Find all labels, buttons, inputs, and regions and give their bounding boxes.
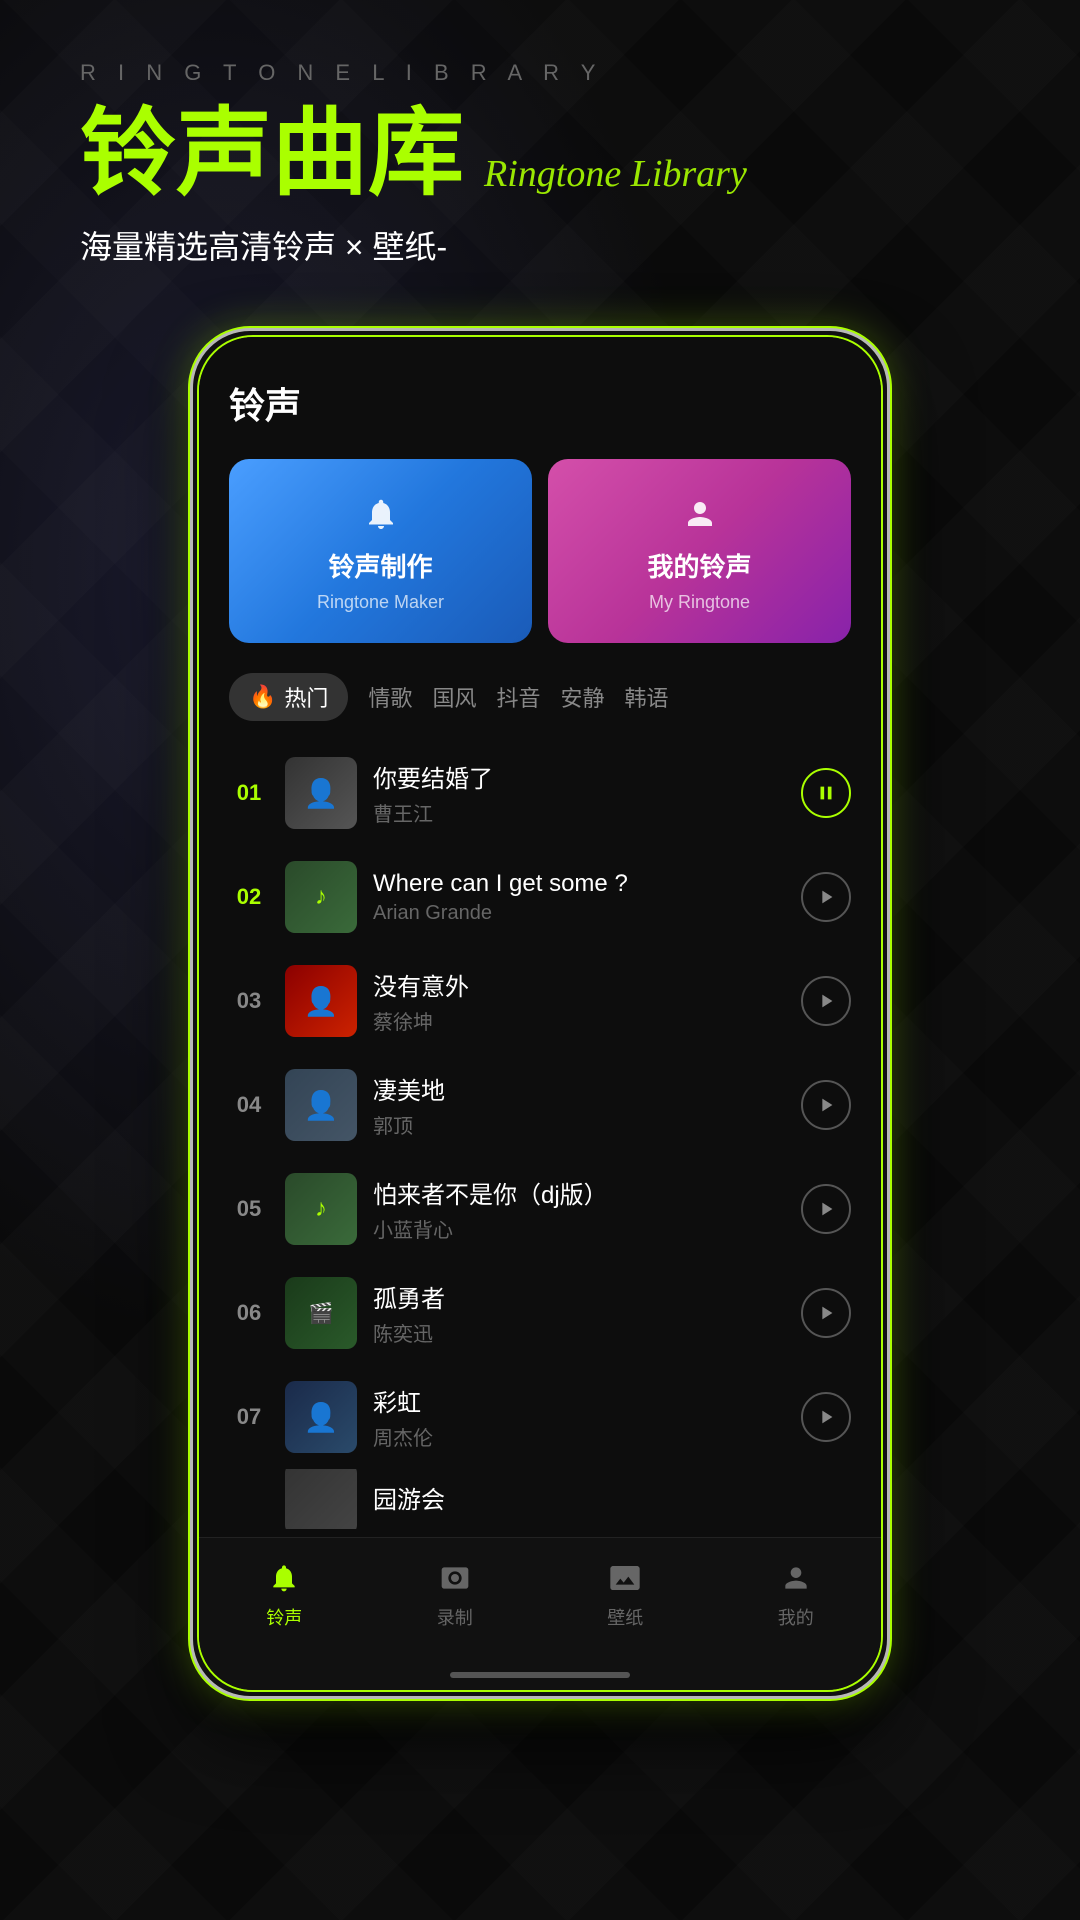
song-name-3: 没有意外 xyxy=(373,967,785,1002)
song-info-1: 你要结婚了 曹王江 xyxy=(373,759,785,827)
song-thumb-7: 👤 xyxy=(285,1381,357,1453)
song-info-2: Where can I get some ? Arian Grande xyxy=(373,870,785,925)
nav-label-mine: 我的 xyxy=(778,1604,814,1630)
nav-wallpaper-icon xyxy=(605,1558,645,1598)
song-name-6: 孤勇者 xyxy=(373,1279,785,1314)
song-info-5: 怕来者不是你（dj版） 小蓝背心 xyxy=(373,1175,785,1243)
song-name-2: Where can I get some ? xyxy=(373,870,785,898)
nav-record-icon xyxy=(435,1558,475,1598)
title-chinese: 铃声曲库 xyxy=(80,106,464,202)
section-title: 铃声 xyxy=(229,377,851,429)
header-area: R I N G T O N E L I B R A R Y 铃声曲库 Ringt… xyxy=(0,0,1080,308)
song-item-2[interactable]: 02 ♪ Where can I get some ? Arian Grande xyxy=(229,845,851,949)
song-artist-6: 陈奕迅 xyxy=(373,1318,785,1347)
nav-label-ringtone: 铃声 xyxy=(266,1604,302,1630)
tab-douyin[interactable]: 抖音 xyxy=(496,673,540,721)
play-button-3[interactable] xyxy=(801,976,851,1026)
phone-inner: 铃声 铃声制作 Ringtone Maker xyxy=(197,335,883,1692)
song-item-1[interactable]: 01 👤 你要结婚了 曹王江 xyxy=(229,741,851,845)
song-info-7: 彩虹 周杰伦 xyxy=(373,1383,785,1451)
bottom-nav: 铃声 录制 xyxy=(199,1537,881,1660)
song-num-4: 04 xyxy=(229,1092,269,1118)
my-ringtone-title-cn: 我的铃声 xyxy=(647,547,751,584)
song-item-6[interactable]: 06 🎬 孤勇者 陈奕迅 xyxy=(229,1261,851,1365)
my-ringtone-title-en: My Ringtone xyxy=(649,592,750,613)
bell-icon xyxy=(356,489,406,539)
nav-person-icon xyxy=(776,1558,816,1598)
song-num-5: 05 xyxy=(229,1196,269,1222)
song-item-3[interactable]: 03 👤 没有意外 蔡徐坤 xyxy=(229,949,851,1053)
my-ringtone-button[interactable]: 我的铃声 My Ringtone xyxy=(548,459,851,643)
nav-item-wallpaper[interactable]: 壁纸 xyxy=(540,1558,711,1630)
nav-label-record: 录制 xyxy=(437,1604,473,1630)
song-item-8[interactable]: 08 园游会 xyxy=(229,1469,851,1529)
nav-item-record[interactable]: 录制 xyxy=(370,1558,541,1630)
song-info-4: 凄美地 郭顶 xyxy=(373,1071,785,1139)
ringtone-maker-button[interactable]: 铃声制作 Ringtone Maker xyxy=(229,459,532,643)
song-thumb-1: 👤 xyxy=(285,757,357,829)
ringtone-maker-title-cn: 铃声制作 xyxy=(328,547,432,584)
nav-item-mine[interactable]: 我的 xyxy=(711,1558,882,1630)
song-artist-4: 郭顶 xyxy=(373,1110,785,1139)
song-artist-3: 蔡徐坤 xyxy=(373,1006,785,1035)
header-tagline: 海量精选高清铃声 × 壁纸- xyxy=(80,222,1000,268)
fire-icon: 🔥 xyxy=(249,684,276,710)
title-english: Ringtone Library xyxy=(484,152,747,196)
song-info-8: 园游会 xyxy=(373,1480,851,1519)
header-subtitle: R I N G T O N E L I B R A R Y xyxy=(80,60,1000,86)
song-item-5[interactable]: 05 ♪ 怕来者不是你（dj版） 小蓝背心 xyxy=(229,1157,851,1261)
song-info-3: 没有意外 蔡徐坤 xyxy=(373,967,785,1035)
song-thumb-4: 👤 xyxy=(285,1069,357,1141)
song-artist-1: 曹王江 xyxy=(373,798,785,827)
song-num-1: 01 xyxy=(229,780,269,806)
tab-quiet[interactable]: 安静 xyxy=(560,673,604,721)
song-artist-2: Arian Grande xyxy=(373,902,785,925)
song-num-3: 03 xyxy=(229,988,269,1014)
home-indicator xyxy=(199,1660,881,1690)
play-button-7[interactable] xyxy=(801,1392,851,1442)
song-num-6: 06 xyxy=(229,1300,269,1326)
song-name-7: 彩虹 xyxy=(373,1383,785,1418)
category-tabs: 🔥 热门 情歌 国风 抖音 安静 韩语 xyxy=(229,673,851,721)
nav-bell-icon xyxy=(264,1558,304,1598)
song-info-6: 孤勇者 陈奕迅 xyxy=(373,1279,785,1347)
card-row: 铃声制作 Ringtone Maker 我的铃声 My Ringtone xyxy=(229,459,851,643)
play-button-1[interactable] xyxy=(801,768,851,818)
tab-chinese[interactable]: 国风 xyxy=(432,673,476,721)
tab-love-songs[interactable]: 情歌 xyxy=(368,673,412,721)
song-item-7[interactable]: 07 👤 彩虹 周杰伦 xyxy=(229,1365,851,1469)
song-thumb-5: ♪ xyxy=(285,1173,357,1245)
song-item-4[interactable]: 04 👤 凄美地 郭顶 xyxy=(229,1053,851,1157)
song-name-8: 园游会 xyxy=(373,1480,851,1515)
play-button-4[interactable] xyxy=(801,1080,851,1130)
song-thumb-6: 🎬 xyxy=(285,1277,357,1349)
play-button-6[interactable] xyxy=(801,1288,851,1338)
song-artist-5: 小蓝背心 xyxy=(373,1214,785,1243)
song-name-5: 怕来者不是你（dj版） xyxy=(373,1175,785,1210)
nav-item-ringtone[interactable]: 铃声 xyxy=(199,1558,370,1630)
song-name-1: 你要结婚了 xyxy=(373,759,785,794)
song-list: 01 👤 你要结婚了 曹王江 xyxy=(229,741,851,1529)
tab-hot[interactable]: 🔥 热门 xyxy=(229,673,348,721)
tab-korean[interactable]: 韩语 xyxy=(624,673,668,721)
header-title-row: 铃声曲库 Ringtone Library xyxy=(80,106,1000,202)
home-bar xyxy=(450,1672,630,1678)
person-icon xyxy=(675,489,725,539)
song-num-2: 02 xyxy=(229,884,269,910)
nav-label-wallpaper: 壁纸 xyxy=(607,1604,643,1630)
song-artist-7: 周杰伦 xyxy=(373,1422,785,1451)
song-thumb-2: ♪ xyxy=(285,861,357,933)
phone-content: 铃声 铃声制作 Ringtone Maker xyxy=(199,337,881,1537)
song-thumb-3: 👤 xyxy=(285,965,357,1037)
phone-mockup: 铃声 铃声制作 Ringtone Maker xyxy=(190,328,890,1699)
song-thumb-8 xyxy=(285,1469,357,1529)
song-num-7: 07 xyxy=(229,1404,269,1430)
play-button-2[interactable] xyxy=(801,872,851,922)
song-name-4: 凄美地 xyxy=(373,1071,785,1106)
ringtone-maker-title-en: Ringtone Maker xyxy=(317,592,444,613)
play-button-5[interactable] xyxy=(801,1184,851,1234)
